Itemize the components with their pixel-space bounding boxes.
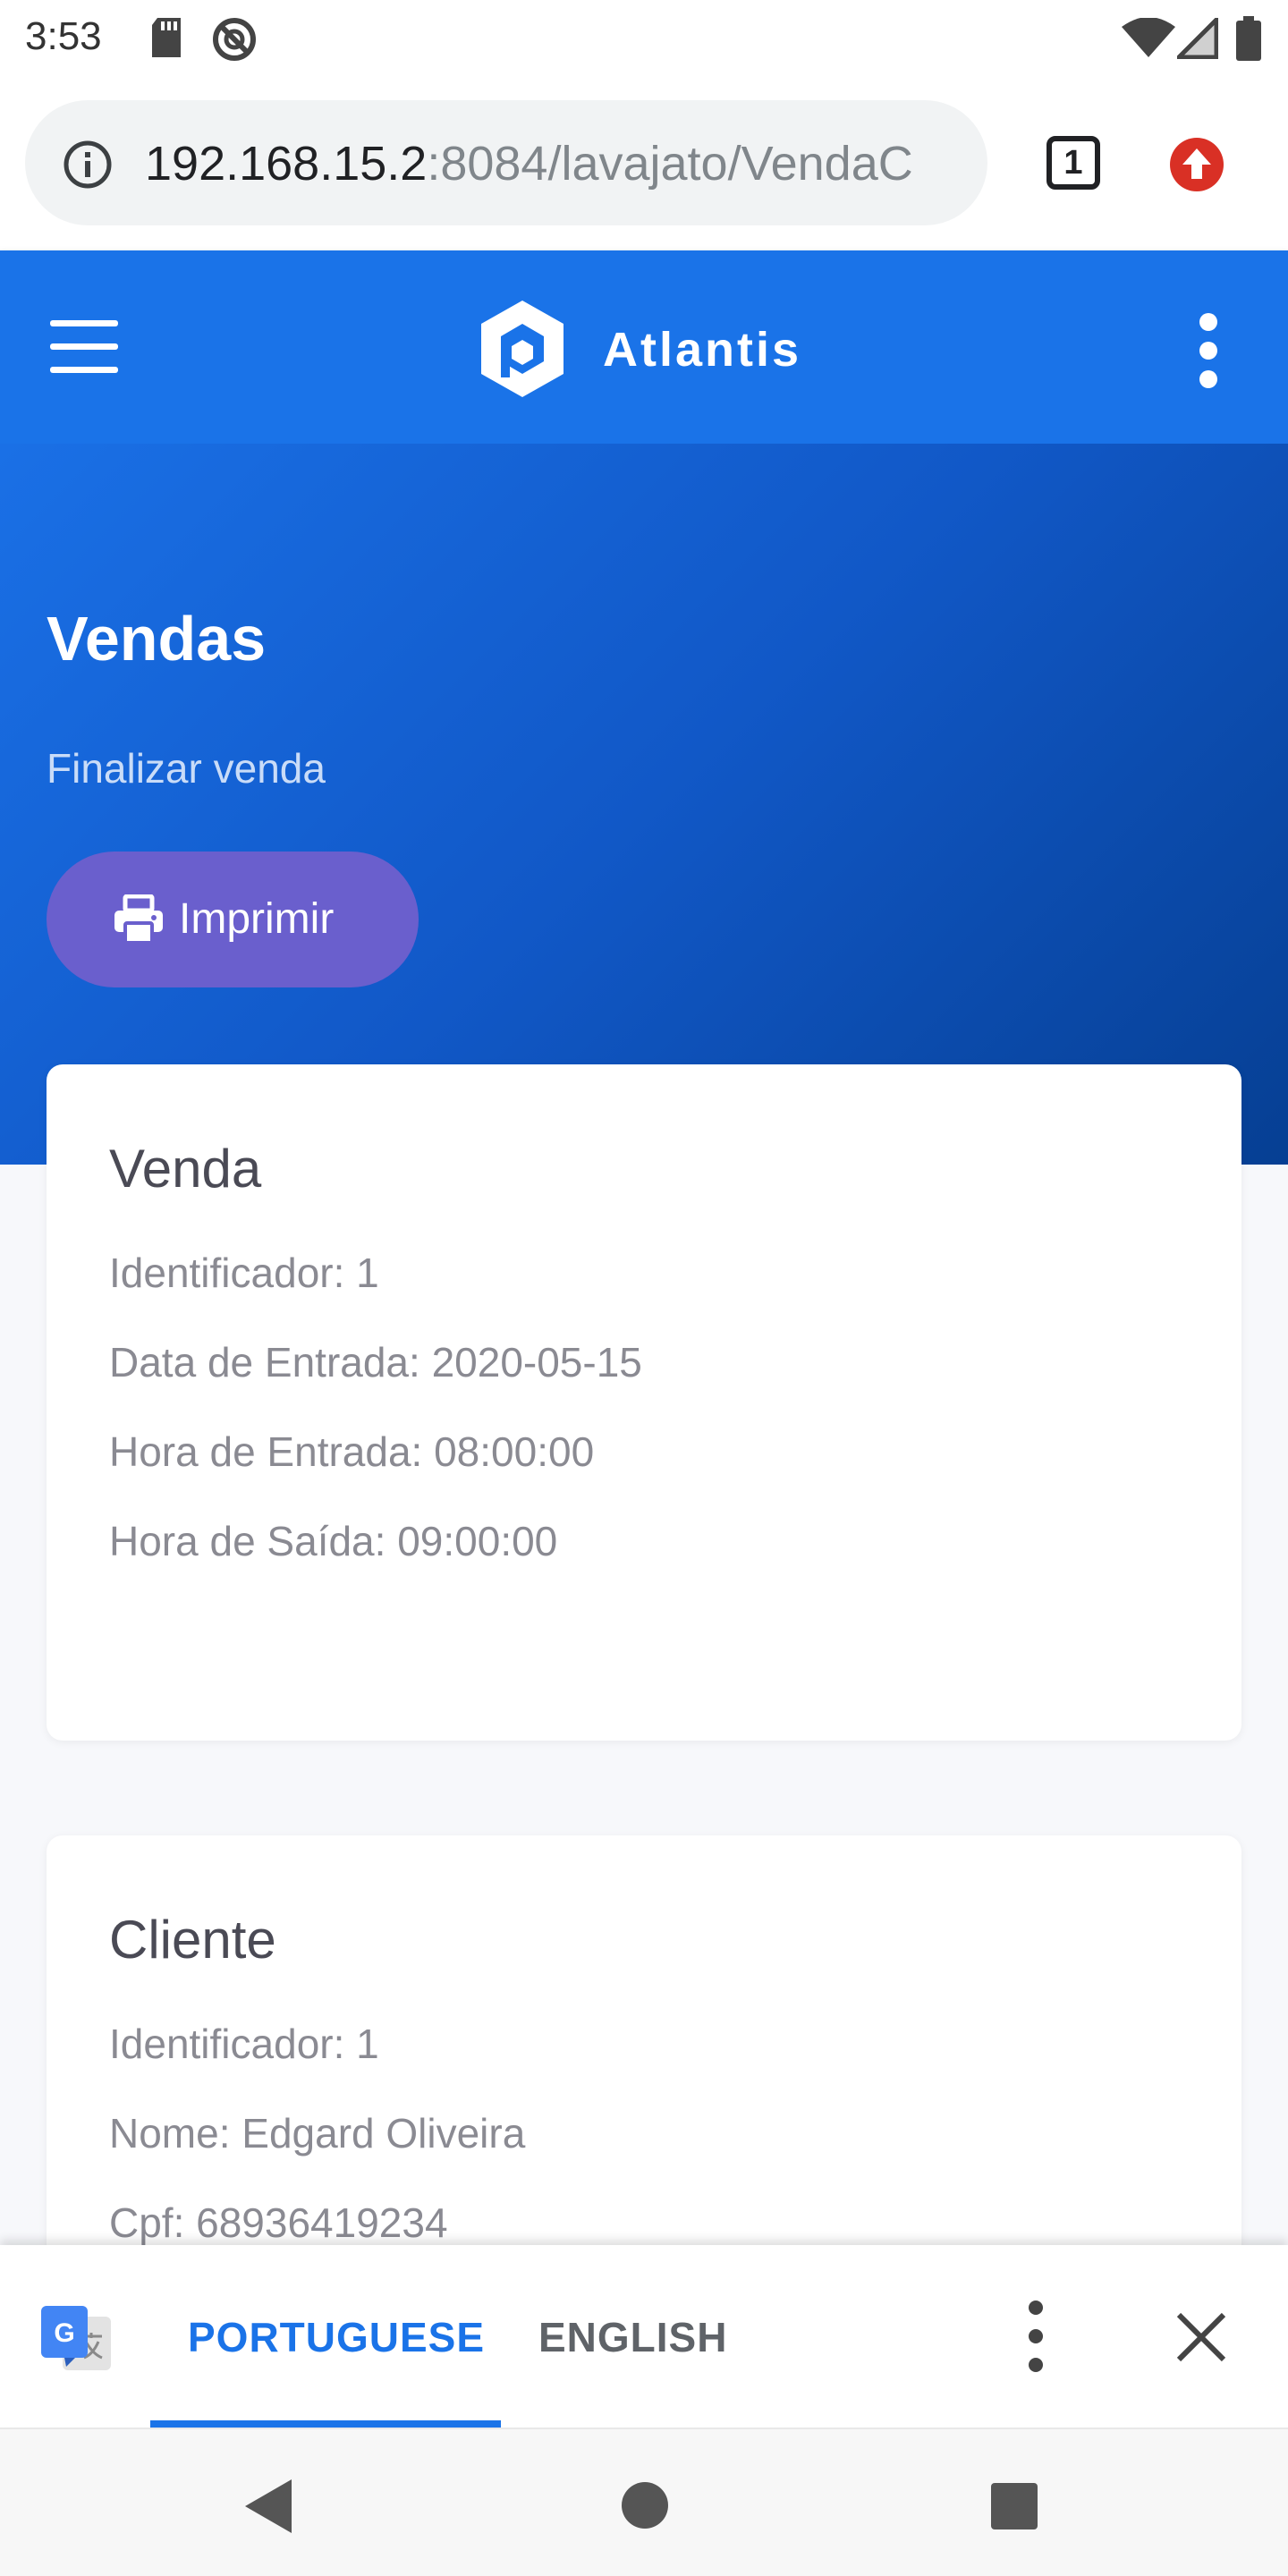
venda-card: Venda Identificador: 1 Data de Entrada: … xyxy=(47,1064,1241,1741)
venda-hora-saida: Hora de Saída: 09:00:00 xyxy=(109,1518,558,1564)
system-navigation-bar xyxy=(0,2428,1288,2576)
page-subtitle: Finalizar venda xyxy=(47,745,326,792)
wifi-icon xyxy=(1122,17,1175,62)
sd-card-icon xyxy=(148,16,184,64)
url-host: 192.168.15.2 xyxy=(145,137,428,191)
google-translate-icon[interactable]: G xyxy=(39,2302,113,2380)
venda-card-title: Venda xyxy=(109,1139,262,1199)
tab-switcher-button[interactable]: 1 xyxy=(1046,136,1100,190)
translate-more-icon[interactable] xyxy=(1018,2297,1054,2377)
printer-icon xyxy=(113,894,165,949)
signal-icon xyxy=(1173,13,1219,64)
lang-source-tab[interactable]: PORTUGUESE xyxy=(188,2313,485,2361)
print-button[interactable]: Imprimir xyxy=(47,852,419,987)
url-path: :8084/lavajato/VendaC xyxy=(427,137,913,191)
print-button-label: Imprimir xyxy=(179,895,335,943)
url-text: 192.168.15.2:8084/lavajato/VendaC xyxy=(145,136,913,191)
app-navbar: Atlantis xyxy=(0,250,1288,444)
more-vert-icon[interactable] xyxy=(1186,309,1231,390)
no-disturb-icon xyxy=(211,16,258,67)
info-icon[interactable] xyxy=(63,140,113,194)
update-icon[interactable] xyxy=(1168,136,1225,198)
page-header: Vendas Finalizar venda Imprimir xyxy=(0,444,1288,1165)
venda-hora-entrada: Hora de Entrada: 08:00:00 xyxy=(109,1428,595,1475)
translate-bar: G PORTUGUESE ENGLISH xyxy=(0,2245,1288,2428)
battery-icon xyxy=(1236,16,1261,65)
cliente-id: Identificador: 1 xyxy=(109,2021,379,2067)
page-title: Vendas xyxy=(47,604,267,674)
status-time: 3:53 xyxy=(25,14,102,58)
browser-toolbar: 192.168.15.2:8084/lavajato/VendaC 1 xyxy=(0,77,1288,250)
active-tab-indicator xyxy=(150,2420,501,2428)
cliente-card-title: Cliente xyxy=(109,1910,276,1970)
address-bar[interactable]: 192.168.15.2:8084/lavajato/VendaC xyxy=(25,100,987,225)
recents-icon[interactable] xyxy=(989,2481,1039,2536)
brand-name[interactable]: Atlantis xyxy=(603,322,801,377)
svg-text:G: G xyxy=(54,2318,74,2348)
atlantis-logo[interactable] xyxy=(476,297,569,405)
close-icon[interactable] xyxy=(1172,2308,1231,2371)
cliente-cpf: Cpf: 68936419234 xyxy=(109,2199,448,2246)
venda-id: Identificador: 1 xyxy=(109,1250,379,1296)
lang-target-tab[interactable]: ENGLISH xyxy=(538,2313,727,2361)
menu-icon[interactable] xyxy=(50,320,118,374)
back-icon[interactable] xyxy=(242,2478,293,2539)
venda-data-entrada: Data de Entrada: 2020-05-15 xyxy=(109,1339,642,1385)
status-bar: 3:53 xyxy=(0,0,1288,77)
cliente-nome: Nome: Edgard Oliveira xyxy=(109,2110,526,2157)
home-icon[interactable] xyxy=(619,2479,671,2536)
